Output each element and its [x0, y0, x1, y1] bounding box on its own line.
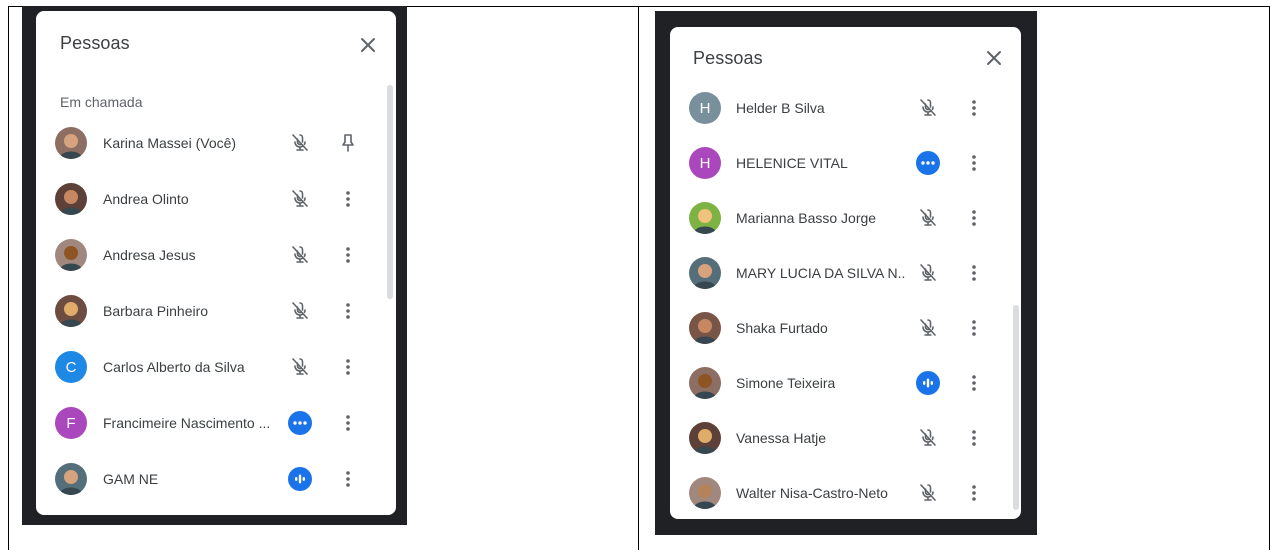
panel-title: Pessoas: [693, 48, 763, 68]
mic-off-icon: [916, 261, 940, 285]
participant-name: Andrea Olinto: [103, 191, 189, 207]
in-call-section-label: Em chamada: [60, 94, 143, 110]
more-vert-icon[interactable]: [336, 411, 360, 435]
participant-row[interactable]: Simone Teixeira: [670, 356, 1021, 411]
participant-name: Helder B Silva: [736, 100, 825, 116]
more-vert-icon[interactable]: [336, 243, 360, 267]
participant-name: Carlos Alberto da Silva: [103, 359, 245, 375]
participant-name: Walter Nisa-Castro-Neto: [736, 485, 888, 501]
more-horiz-status-icon: [288, 411, 312, 435]
participant-row[interactable]: MARY LUCIA DA SILVA N...: [670, 246, 1021, 301]
mic-off-icon: [288, 243, 312, 267]
close-icon: [361, 38, 375, 52]
participant-row[interactable]: H HELENICE VITAL: [670, 136, 1021, 191]
audio-level-icon: [288, 467, 312, 491]
mic-off-icon: [288, 355, 312, 379]
more-horiz-status-icon: [916, 151, 940, 175]
avatar: [689, 422, 721, 454]
right-people-panel: Pessoas H Helder B Silva H HELENICE VITAL Ma…: [670, 27, 1021, 519]
participant-row[interactable]: C Carlos Alberto da Silva: [36, 340, 396, 395]
participant-row[interactable]: Vanessa Hatje: [670, 411, 1021, 466]
more-vert-icon[interactable]: [336, 467, 360, 491]
participant-row[interactable]: F Francimeire Nascimento ...: [36, 396, 396, 451]
participant-name: Francimeire Nascimento ...: [103, 415, 271, 431]
mic-off-icon: [916, 426, 940, 450]
avatar: [689, 202, 721, 234]
participant-row[interactable]: Andresa Jesus: [36, 228, 396, 283]
mic-off-icon: [288, 299, 312, 323]
close-icon: [987, 51, 1001, 65]
scrollbar-thumb[interactable]: [387, 85, 393, 299]
avatar: [55, 463, 87, 495]
mic-off-icon: [288, 131, 312, 155]
close-button[interactable]: [982, 46, 1006, 70]
participant-name: Shaka Furtado: [736, 320, 828, 336]
more-vert-icon[interactable]: [962, 481, 986, 505]
left-people-panel: Pessoas Em chamada Karina Massei (Você) A…: [36, 11, 396, 515]
mic-off-icon: [916, 316, 940, 340]
participant-row[interactable]: Shaka Furtado: [670, 301, 1021, 356]
participant-name: Simone Teixeira: [736, 375, 836, 391]
avatar: [689, 477, 721, 509]
participant-name: MARY LUCIA DA SILVA N...: [736, 265, 906, 281]
audio-level-icon: [916, 371, 940, 395]
scrollbar-thumb[interactable]: [1013, 305, 1019, 510]
right-screenshot-frame: Pessoas H Helder B Silva H HELENICE VITAL Ma…: [655, 11, 1037, 535]
avatar: [689, 257, 721, 289]
participant-name: Barbara Pinheiro: [103, 303, 209, 319]
more-vert-icon[interactable]: [336, 355, 360, 379]
left-screenshot-frame: Pessoas Em chamada Karina Massei (Você) A…: [22, 6, 407, 525]
more-vert-icon[interactable]: [336, 187, 360, 211]
participant-row[interactable]: GAM NE: [36, 452, 396, 507]
close-button[interactable]: [356, 33, 380, 57]
participant-row[interactable]: Marianna Basso Jorge: [670, 191, 1021, 246]
more-vert-icon[interactable]: [962, 316, 986, 340]
more-vert-icon[interactable]: [962, 426, 986, 450]
mic-off-icon: [288, 187, 312, 211]
more-vert-icon[interactable]: [962, 96, 986, 120]
more-vert-icon[interactable]: [336, 299, 360, 323]
participant-name: Andresa Jesus: [103, 247, 196, 263]
participant-name: HELENICE VITAL: [736, 155, 848, 171]
more-vert-icon[interactable]: [962, 151, 986, 175]
more-vert-icon[interactable]: [962, 371, 986, 395]
participant-row[interactable]: Barbara Pinheiro: [36, 284, 396, 339]
mic-off-icon: [916, 206, 940, 230]
participant-row[interactable]: H Helder B Silva: [670, 81, 1021, 136]
mic-off-icon: [916, 96, 940, 120]
avatar: F: [55, 407, 87, 439]
more-vert-icon[interactable]: [962, 261, 986, 285]
avatar: [689, 367, 721, 399]
avatar: [689, 312, 721, 344]
mic-off-icon: [916, 481, 940, 505]
avatar: [55, 239, 87, 271]
avatar: C: [55, 351, 87, 383]
participant-name: Vanessa Hatje: [736, 430, 827, 446]
avatar: [55, 127, 87, 159]
avatar: [55, 183, 87, 215]
participant-row[interactable]: Andrea Olinto: [36, 172, 396, 227]
avatar: H: [689, 92, 721, 124]
document-table-divider: [638, 6, 639, 550]
participant-name: GAM NE: [103, 471, 159, 487]
pin-icon[interactable]: [336, 131, 360, 155]
avatar: H: [689, 147, 721, 179]
participant-name: Marianna Basso Jorge: [736, 210, 877, 226]
more-vert-icon[interactable]: [962, 206, 986, 230]
avatar: [55, 295, 87, 327]
participant-row[interactable]: Karina Massei (Você): [36, 116, 396, 171]
panel-title: Pessoas: [60, 33, 130, 53]
participant-name: Karina Massei (Você): [103, 135, 237, 151]
participant-row[interactable]: Walter Nisa-Castro-Neto: [670, 466, 1021, 519]
